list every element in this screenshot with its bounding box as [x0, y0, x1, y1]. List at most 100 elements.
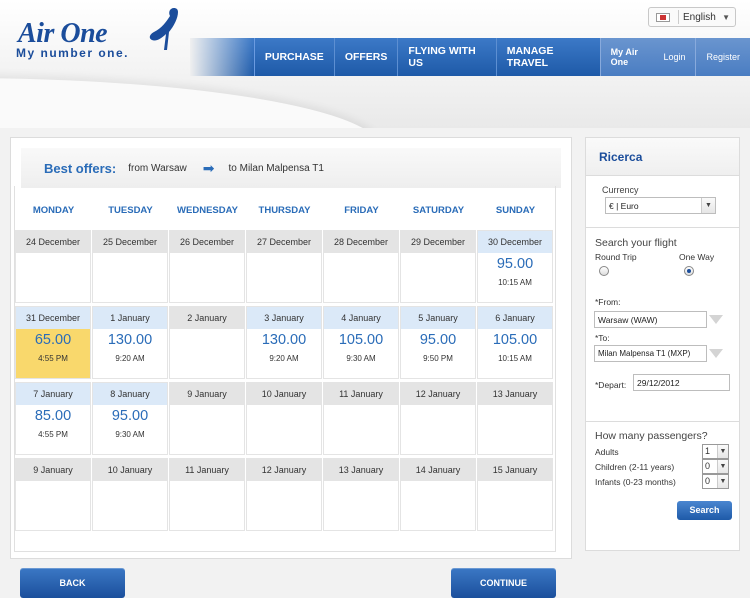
- login-link[interactable]: Login: [653, 38, 695, 76]
- calendar-day-cell: 2 January: [169, 306, 245, 379]
- heron-icon: [149, 8, 178, 50]
- fare-calendar: MONDAY TUESDAY WEDNESDAY THURSDAY FRIDAY…: [14, 186, 556, 552]
- fare-price: 95.00: [419, 332, 457, 348]
- arrow-right-icon: ➡: [202, 159, 215, 176]
- departure-time: 10:15 AM: [498, 354, 532, 363]
- day-date: 2 January: [170, 307, 244, 329]
- adults-row: Adults 1 ▼: [595, 444, 729, 459]
- logo-tagline: My number one.: [16, 46, 130, 60]
- adults-select[interactable]: 1 ▼: [702, 444, 729, 459]
- departure-time: 4:55 PM: [38, 430, 68, 439]
- my-air-one-link[interactable]: My Air One: [599, 38, 654, 76]
- calendar-day-cell[interactable]: 6 January 105.00 10:15 AM: [477, 306, 553, 379]
- calendar-day-cell: 29 December: [400, 230, 476, 303]
- calendar-day-cell: 14 January: [400, 458, 476, 531]
- from-dropdown-icon[interactable]: [709, 315, 723, 324]
- calendar-day-cell: 11 January: [323, 382, 399, 455]
- calendar-day-cell[interactable]: 8 January 95.00 9:30 AM: [92, 382, 168, 455]
- departure-time: 9:30 AM: [115, 430, 145, 439]
- day-date: 3 January: [247, 307, 321, 329]
- day-date: 24 December: [16, 231, 90, 253]
- continue-button[interactable]: CONTINUE: [451, 568, 556, 598]
- day-date: 9 January: [170, 383, 244, 405]
- to-dropdown-icon[interactable]: [709, 349, 723, 358]
- calendar-day-cell[interactable]: 31 December 65.00 4:55 PM: [15, 306, 91, 379]
- language-selector[interactable]: English ▼: [648, 7, 736, 27]
- currency-select[interactable]: € | Euro ▼: [605, 197, 716, 214]
- day-date: 13 January: [324, 459, 398, 481]
- calendar-day-cell: 27 December: [246, 230, 322, 303]
- day-date: 4 January: [324, 307, 398, 329]
- weekday-label: SATURDAY: [412, 204, 465, 216]
- search-button[interactable]: Search: [677, 501, 732, 520]
- offers-title: Best offers:: [44, 160, 117, 176]
- nav-manage-travel[interactable]: MANAGE TRAVEL: [495, 38, 600, 76]
- weekday-header: MONDAY TUESDAY WEDNESDAY THURSDAY FRIDAY…: [15, 186, 555, 230]
- weekday-label: SUNDAY: [495, 204, 536, 216]
- day-date: 30 December: [478, 231, 552, 253]
- calendar-day-cell: 11 January: [169, 458, 245, 531]
- day-date: 13 January: [478, 383, 552, 405]
- best-offers-panel: Best offers: from Warsaw ➡ to Milan Malp…: [10, 137, 572, 559]
- from-input[interactable]: Warsaw (WAW): [594, 311, 707, 328]
- round-trip-radio[interactable]: [599, 266, 609, 276]
- fare-price: 95.00: [496, 256, 534, 272]
- nav-purchase[interactable]: PURCHASE: [253, 38, 334, 76]
- from-label: *From:: [595, 297, 621, 307]
- departure-time: 9:50 PM: [423, 354, 453, 363]
- day-date: 7 January: [16, 383, 90, 405]
- currency-section: Currency € | Euro ▼: [586, 176, 739, 228]
- back-button[interactable]: BACK: [20, 568, 125, 598]
- calendar-day-cell[interactable]: 3 January 130.00 9:20 AM: [246, 306, 322, 379]
- calendar-day-cell[interactable]: 30 December 95.00 10:15 AM: [477, 230, 553, 303]
- depart-date-input[interactable]: 29/12/2012: [633, 374, 730, 391]
- calendar-day-cell[interactable]: 7 January 85.00 4:55 PM: [15, 382, 91, 455]
- day-date: 5 January: [401, 307, 475, 329]
- fare-price: 85.00: [34, 408, 72, 424]
- departure-time: 9:20 AM: [115, 354, 145, 363]
- calendar-day-cell[interactable]: 4 January 105.00 9:30 AM: [323, 306, 399, 379]
- day-date: 29 December: [401, 231, 475, 253]
- fare-price: 130.00: [261, 332, 307, 348]
- passengers-title: How many passengers?: [595, 430, 708, 442]
- calendar-day-cell[interactable]: 5 January 95.00 9:50 PM: [400, 306, 476, 379]
- calendar-day-cell: 28 December: [323, 230, 399, 303]
- children-label: Children (2-11 years): [595, 461, 675, 472]
- chevron-down-icon: ▼: [717, 475, 728, 488]
- chevron-down-icon: ▼: [717, 445, 728, 458]
- calendar-week-row: 24 December 25 December 26 December 27 Dece…: [15, 230, 555, 306]
- departure-time: 9:20 AM: [269, 354, 299, 363]
- air-one-logo[interactable]: Air One My number one.: [16, 6, 186, 60]
- infants-select[interactable]: 0 ▼: [702, 474, 729, 489]
- register-link[interactable]: Register: [695, 38, 750, 76]
- calendar-day-cell: 9 January: [15, 458, 91, 531]
- one-way-label: One Way: [679, 252, 715, 262]
- chevron-down-icon: ▼: [701, 198, 715, 213]
- calendar-week-row: 9 January 10 January 11 January 12 January 1…: [15, 458, 555, 534]
- to-value: Milan Malpensa T1 (MXP): [598, 349, 691, 358]
- round-trip-label: Round Trip: [595, 252, 637, 262]
- fare-price: 105.00: [338, 332, 384, 348]
- day-date: 31 December: [16, 307, 90, 329]
- one-way-radio[interactable]: [684, 266, 694, 276]
- flight-search-section: Search your flight Round Trip One Way *F…: [586, 228, 739, 424]
- calendar-day-cell: 12 January: [246, 458, 322, 531]
- nav-flying-with-us[interactable]: FLYING WITH US: [397, 38, 495, 76]
- calendar-day-cell[interactable]: 1 January 130.00 9:20 AM: [92, 306, 168, 379]
- infants-row: Infants (0-23 months) 0 ▼: [595, 474, 729, 489]
- chevron-down-icon: ▼: [722, 12, 730, 22]
- day-date: 25 December: [93, 231, 167, 253]
- sidebar-title: Ricerca: [586, 138, 739, 176]
- depart-label: *Depart:: [595, 380, 627, 390]
- calendar-day-cell: 10 January: [246, 382, 322, 455]
- to-input[interactable]: Milan Malpensa T1 (MXP): [594, 345, 707, 362]
- to-label: *To:: [595, 333, 610, 343]
- day-date: 9 January: [16, 459, 90, 481]
- search-flight-title: Search your flight: [595, 237, 677, 249]
- departure-time: 9:30 AM: [346, 354, 376, 363]
- day-date: 11 January: [170, 459, 244, 481]
- children-select[interactable]: 0 ▼: [702, 459, 729, 474]
- nav-offers[interactable]: OFFERS: [333, 38, 398, 76]
- calendar-day-cell: 15 January: [477, 458, 553, 531]
- calendar-week-row: 31 December 65.00 4:55 PM 1 January 130.00 9:…: [15, 306, 555, 382]
